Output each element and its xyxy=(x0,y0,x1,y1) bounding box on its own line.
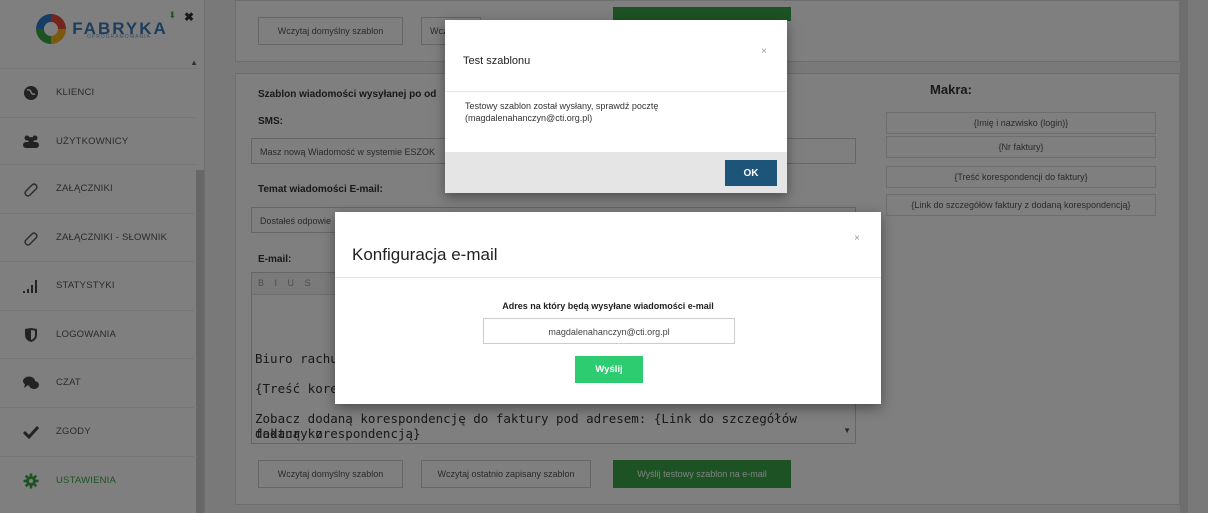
dialog-footer: OK xyxy=(445,152,787,193)
dialog-header: Konfiguracja e-mail × xyxy=(335,212,881,278)
ok-button[interactable]: OK xyxy=(725,160,777,186)
close-icon[interactable]: × xyxy=(854,233,860,244)
close-icon[interactable]: × xyxy=(761,46,767,57)
test-template-dialog: Test szablonu × Testowy szablon został w… xyxy=(445,20,787,193)
dialog-title: Konfiguracja e-mail xyxy=(352,245,498,264)
dialog-header: Test szablonu × xyxy=(445,20,787,92)
send-button[interactable]: Wyślij xyxy=(575,356,643,383)
dialog-message: Testowy szablon został wysłany, sprawdź … xyxy=(465,101,659,123)
email-address-input[interactable]: magdalenahanczyn@cti.org.pl xyxy=(483,318,735,344)
dialog-title: Test szablonu xyxy=(463,55,531,67)
email-config-dialog: Konfiguracja e-mail × Adres na który będ… xyxy=(335,212,881,404)
email-address-label: Adres na który będą wysyłane wiadomości … xyxy=(502,301,714,311)
